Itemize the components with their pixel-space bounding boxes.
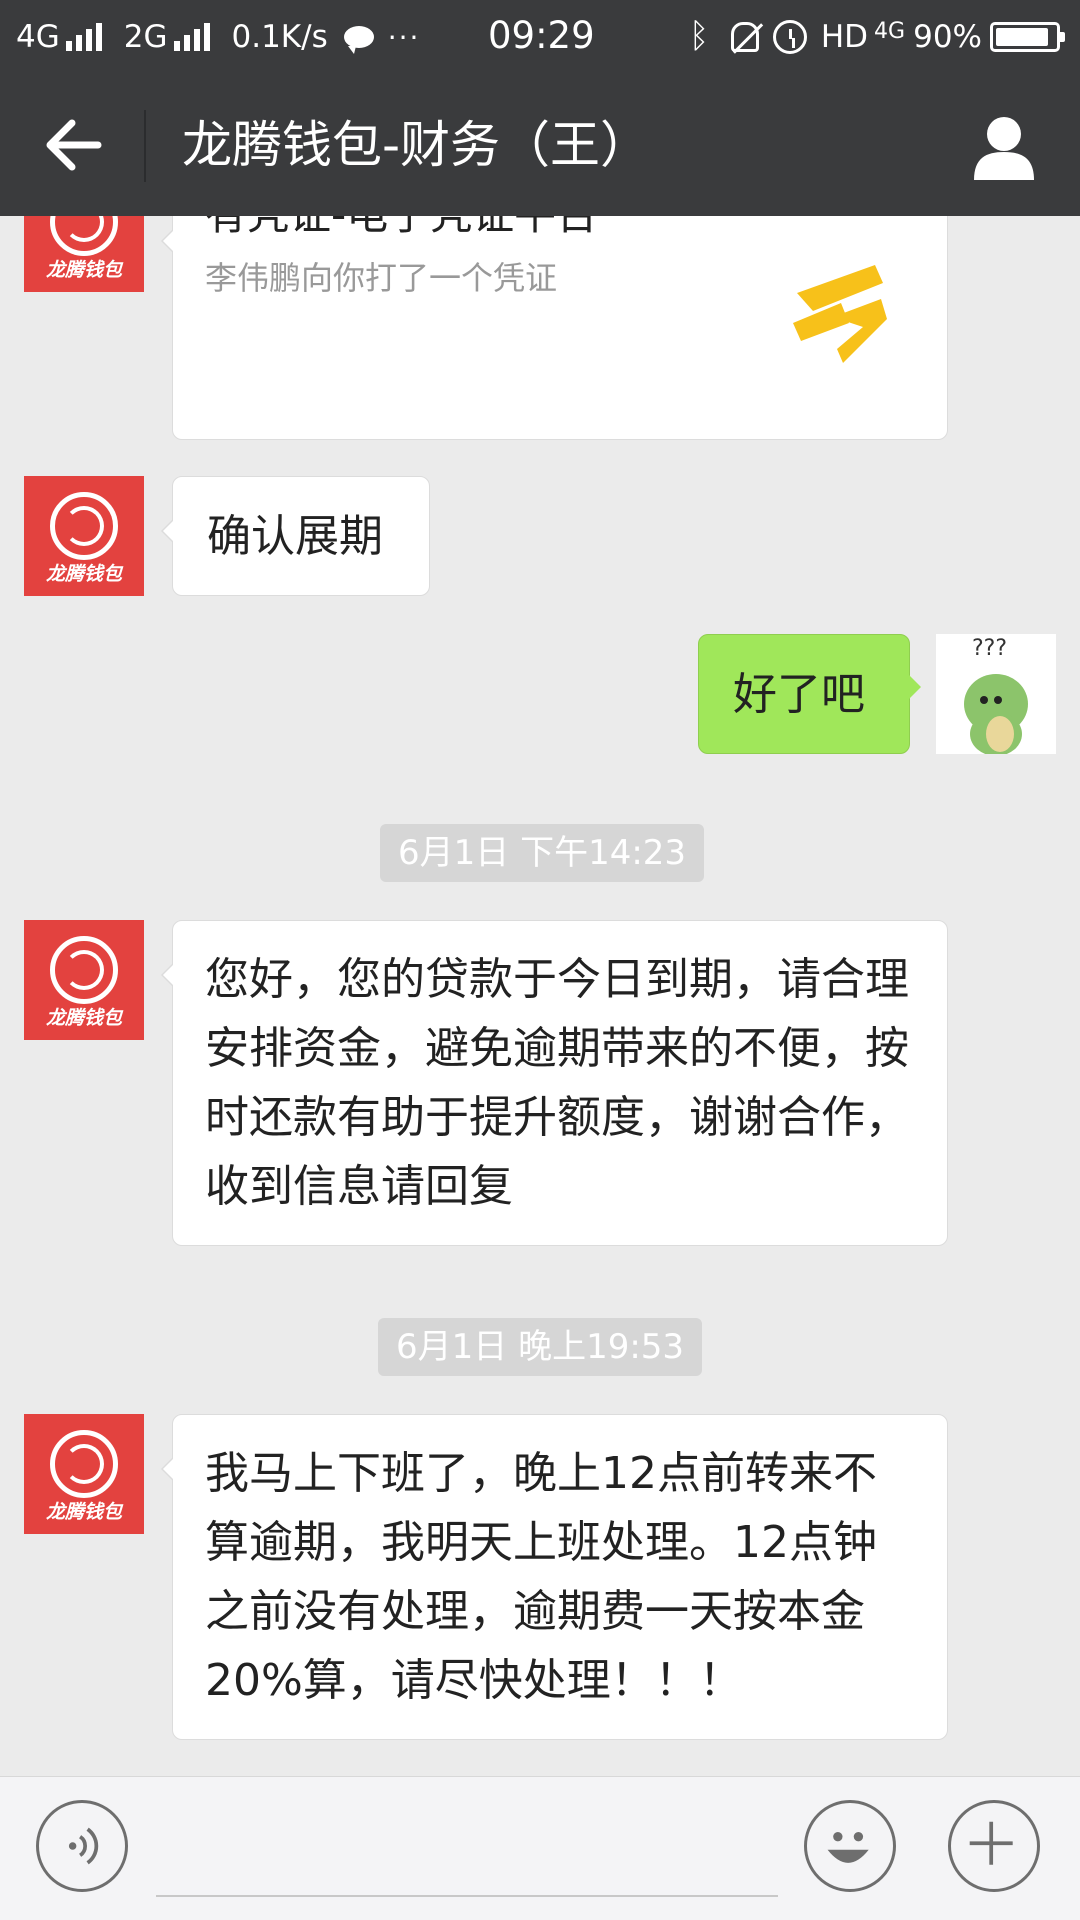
avatar-logo-text: 龙腾钱包 <box>45 259 122 281</box>
contact-avatar[interactable]: 龙腾钱包 <box>24 1414 144 1534</box>
plus-icon <box>969 1821 1013 1865</box>
network-speed: 0.1K/s <box>231 19 328 55</box>
card-title: 有凭证-电子凭证平台 <box>205 216 598 242</box>
title-bar: 龙腾钱包-财务（王） <box>0 74 1080 216</box>
timestamp: 6月1日 晚上19:53 <box>378 1318 703 1376</box>
person-icon <box>974 117 1034 180</box>
received-message[interactable]: 确认展期 <box>161 476 430 596</box>
chat-profile-button[interactable] <box>968 110 1040 182</box>
more-notifications: ··· <box>387 20 421 54</box>
battery-percent: 90% <box>913 19 982 55</box>
battery-fill <box>996 28 1049 46</box>
back-arrow-icon <box>46 119 102 171</box>
message-text: 确认展期 <box>207 511 383 562</box>
contact-avatar[interactable]: 龙腾钱包 <box>24 920 144 1040</box>
voucher-logo-icon <box>793 265 887 363</box>
timestamp: 6月1日 下午14:23 <box>380 824 705 882</box>
avatar-logo-text: 龙腾钱包 <box>45 1501 122 1523</box>
battery-icon <box>990 22 1065 52</box>
my-avatar[interactable]: ??? <box>936 634 1056 754</box>
smiley-icon <box>827 1831 869 1863</box>
emoji-button[interactable] <box>804 1800 896 1892</box>
back-button[interactable] <box>38 110 108 180</box>
sent-message[interactable]: 好了吧 <box>698 634 921 754</box>
received-message[interactable]: 您好，您的贷款于今日到期，请合理安排资金，避免逾期带来的不便，按时还款有助于提升… <box>161 920 948 1246</box>
status-right: HD 4G 90% <box>683 16 1065 58</box>
network-label-2g: 2G <box>123 19 168 55</box>
chat-area[interactable]: 龙腾钱包 有凭证-电子凭证平台 李伟鹏向你打了一个凭证 龙腾钱包 确认展期 好了… <box>0 216 1080 1776</box>
voucher-card-message[interactable]: 有凭证-电子凭证平台 李伟鹏向你打了一个凭证 <box>161 216 948 440</box>
clock: 09:29 <box>488 14 595 57</box>
chat-title: 龙腾钱包-财务（王） <box>182 116 651 174</box>
status-bar: 4G 2G 0.1K/s ··· 09:29 HD 4G 90% <box>0 0 1080 74</box>
message-input[interactable] <box>156 1895 778 1897</box>
network-label-4g-data: 4G <box>874 18 906 44</box>
more-options-button[interactable] <box>948 1800 1040 1892</box>
mute-bell-icon <box>730 22 759 52</box>
status-left: 4G 2G 0.1K/s ··· <box>16 16 420 58</box>
card-subtitle: 李伟鹏向你打了一个凭证 <box>205 259 558 297</box>
alarm-icon <box>772 20 807 54</box>
received-message[interactable]: 我马上下班了，晚上12点前转来不算逾期，我明天上班处理。12点钟之前没有处理，逾… <box>161 1414 948 1740</box>
bluetooth-icon <box>683 16 717 56</box>
avatar-logo-text: 龙腾钱包 <box>45 563 122 585</box>
signal-icon <box>173 23 214 51</box>
message-text: 好了吧 <box>733 669 865 720</box>
title-divider <box>144 110 146 182</box>
message-text: 您好，您的贷款于今日到期，请合理安排资金，避免逾期带来的不便，按时还款有助于提升… <box>205 954 909 1212</box>
contact-avatar[interactable]: 龙腾钱包 <box>24 476 144 596</box>
avatar-logo-text: 龙腾钱包 <box>45 1007 122 1029</box>
message-text: 我马上下班了，晚上12点前转来不算逾期，我明天上班处理。12点钟之前没有处理，逾… <box>205 1448 877 1706</box>
voice-icon <box>68 1827 99 1865</box>
voice-input-button[interactable] <box>36 1800 128 1892</box>
contact-avatar[interactable]: 龙腾钱包 <box>24 216 144 292</box>
network-label-4g: 4G <box>16 19 60 55</box>
hd-label: HD <box>820 19 869 55</box>
input-bar <box>0 1776 1080 1920</box>
signal-icon <box>65 23 106 51</box>
message-notification-icon <box>343 26 374 54</box>
sticker-question-marks: ??? <box>972 636 1008 661</box>
